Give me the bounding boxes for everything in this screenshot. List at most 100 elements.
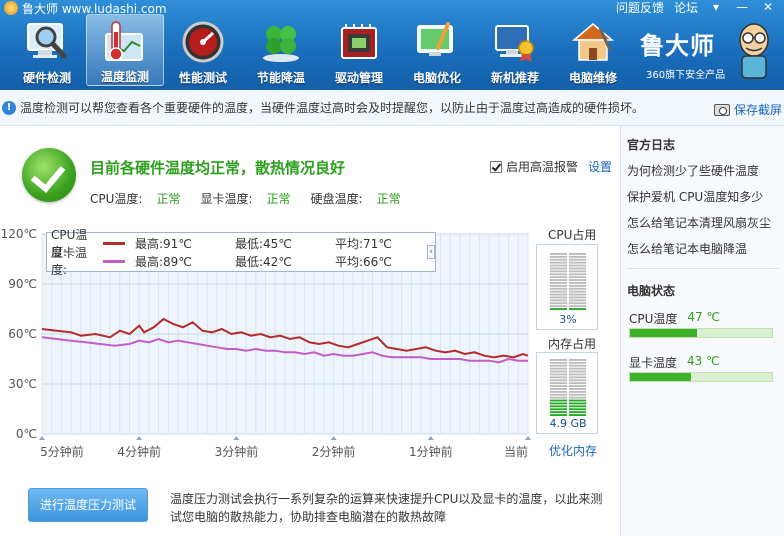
meter-segment (550, 270, 567, 273)
tab-energy-saving[interactable]: 节能降温 (242, 14, 320, 86)
menu-dropdown-icon[interactable]: ▾ (708, 1, 724, 13)
meter-segment (550, 308, 567, 310)
tab-hardware-detect[interactable]: 硬件检测 (8, 14, 86, 86)
meter-segment (550, 255, 567, 258)
save-screenshot-button[interactable]: 保存截屏 (713, 101, 782, 118)
meter-segment (569, 284, 586, 287)
gpu-temp-label: 显卡温度 (629, 356, 678, 370)
close-icon[interactable]: ✕ (760, 1, 776, 13)
meter-segment (569, 405, 586, 408)
tab-pc-optimize[interactable]: 电脑优化 (398, 14, 476, 86)
magnifier-monitor-icon (22, 18, 72, 65)
meter-segment (569, 282, 586, 284)
meter-segment (569, 385, 586, 387)
legend-swatch (103, 259, 125, 263)
cpu-temp-bar-fill (630, 329, 697, 337)
disk-status-label: 硬盘温度: (310, 192, 363, 206)
status-ok-check-icon (22, 148, 76, 202)
right-panel: 官方日志 为何检测少了些硬件温度 保护爱机 CPU温度知多少 怎么给笔记本清理风… (620, 126, 784, 536)
legend-max: 最高:89℃ (135, 254, 192, 269)
meter-segment (550, 279, 567, 281)
tab-pc-repair[interactable]: 电脑维修 (554, 14, 632, 86)
meter-segment (550, 385, 567, 387)
optimize-memory-link[interactable]: 优化内存 (549, 442, 597, 459)
cpu-temp-value: 47 ℃ (687, 310, 720, 324)
log-link[interactable]: 怎么给笔记本电脑降温 (627, 240, 747, 257)
tab-performance-test[interactable]: 性能测试 (164, 14, 242, 86)
x-tick-label: 当前 (504, 444, 528, 459)
meter-segment (550, 396, 567, 399)
meter-segment (569, 370, 586, 373)
main-panel: 目前各硬件温度均正常，散热情况良好 CPU温度: 正常 显卡温度: 正常 硬盘温… (0, 126, 620, 536)
clover-leaf-icon (256, 18, 306, 65)
tab-label: 性能测试 (178, 71, 227, 85)
tab-label: 硬件检测 (22, 71, 71, 85)
forum-link[interactable]: 论坛 (674, 0, 698, 16)
meter-segment (550, 408, 567, 411)
y-tick-label: 30℃ (8, 377, 37, 391)
legend-series-name: 显卡温度: (51, 246, 88, 277)
meter-segment (569, 308, 586, 310)
meter-segment (569, 364, 586, 367)
high-temp-alarm-checkbox[interactable] (490, 160, 502, 173)
stress-test-button[interactable]: 进行温度压力测试 (28, 488, 148, 522)
tab-label: 节能降温 (256, 71, 305, 85)
tab-label: 电脑维修 (568, 71, 617, 85)
meter-segment (550, 296, 567, 299)
meter-segment (550, 293, 567, 296)
meter-segment (550, 367, 567, 370)
official-log-title: 官方日志 (627, 138, 676, 152)
award-computer-icon (490, 18, 540, 65)
x-tick-marker (233, 436, 240, 440)
cpu-usage-meter: 3% (536, 244, 598, 330)
speedometer-icon (178, 18, 228, 65)
meter-segment (569, 379, 586, 382)
tab-temperature-monitor[interactable]: 温度监测 (86, 14, 164, 86)
meter-segment (550, 390, 567, 393)
gpu-temp-value: 43 ℃ (687, 354, 720, 368)
meter-segment (550, 402, 567, 405)
status-row: CPU温度: 正常 显卡温度: 正常 硬盘温度: 正常 (90, 190, 421, 207)
meter-segment (569, 273, 586, 276)
cpu-temp-bar (629, 328, 773, 338)
y-tick-label: 60℃ (8, 327, 37, 341)
x-tick-label: 4分钟前 (117, 444, 161, 459)
meter-segment (569, 253, 586, 255)
x-tick-marker (136, 436, 143, 440)
legend-min: 最低:45℃ (235, 236, 292, 251)
thermometer-icon (100, 19, 150, 64)
settings-link[interactable]: 设置 (588, 158, 612, 175)
tab-new-pc-recommend[interactable]: 新机推荐 (476, 14, 554, 86)
meter-segment (550, 287, 567, 290)
log-link[interactable]: 怎么给笔记本清理风扇灰尘 (627, 214, 771, 231)
minimize-icon[interactable]: — (734, 1, 750, 13)
cpu-usage-bars (549, 253, 587, 311)
y-tick-label: 90℃ (8, 277, 37, 291)
tab-label: 新机推荐 (490, 71, 539, 85)
log-link[interactable]: 为何检测少了些硬件温度 (627, 162, 759, 179)
meter-segment (550, 376, 567, 379)
meter-segment (550, 388, 567, 390)
meter-segment (569, 305, 586, 308)
meter-segment (569, 276, 586, 279)
meter-segment (569, 261, 586, 264)
meter-segment (569, 302, 586, 305)
brand-subtitle: 360旗下安全产品 (646, 70, 726, 81)
meter-segment (550, 284, 567, 287)
meter-segment (569, 299, 586, 302)
memory-usage-value: 4.9 GB (549, 417, 587, 430)
x-tick-label: 3分钟前 (215, 444, 259, 459)
tab-label: 温度监测 (100, 70, 149, 84)
tab-driver-management[interactable]: 驱动管理 (320, 14, 398, 86)
brand: 鲁大师 360旗下安全产品 (640, 18, 780, 84)
meter-segment (569, 408, 586, 411)
meter-segment (550, 299, 567, 302)
log-link[interactable]: 保护爱机 CPU温度知多少 (627, 188, 763, 205)
x-tick-marker (39, 436, 45, 440)
memory-usage-bars (549, 359, 587, 417)
legend-collapse-icon[interactable]: ‹ (427, 245, 435, 259)
meter-segment (569, 287, 586, 290)
cpu-status-label: CPU温度: (90, 192, 143, 206)
meter-segment (550, 361, 567, 364)
clean-screen-icon (412, 18, 462, 65)
